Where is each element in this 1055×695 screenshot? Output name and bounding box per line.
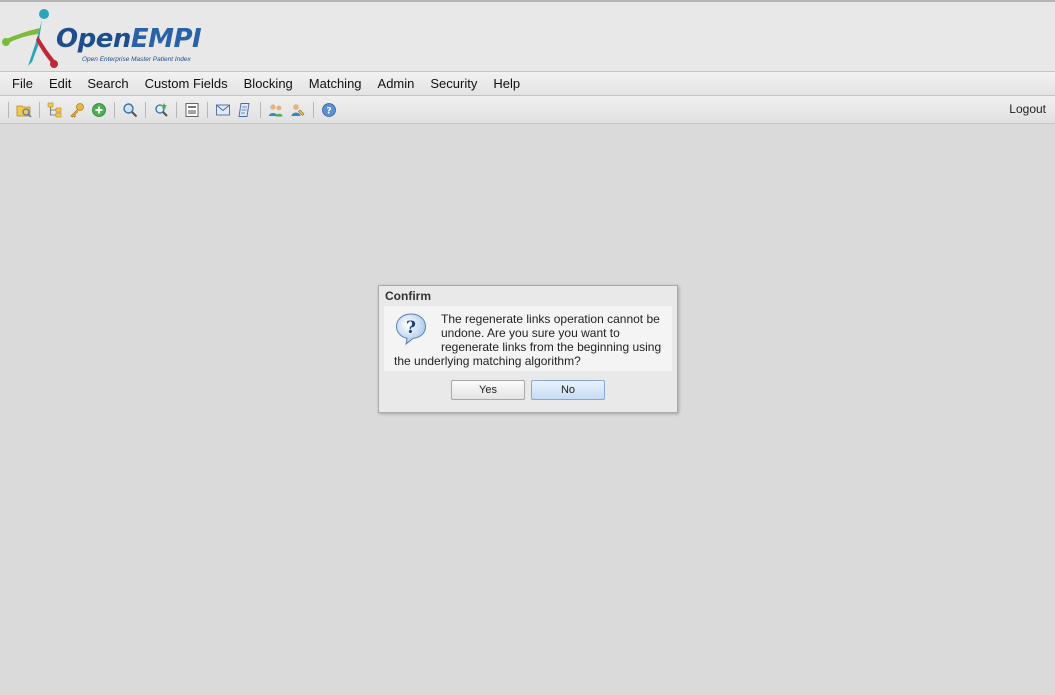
toolbar-separator [39,101,40,118]
menu-help[interactable]: Help [485,73,528,95]
open-folder-icon[interactable] [15,101,33,119]
toolbar-separator [145,101,146,118]
dialog-message: The regenerate links operation cannot be… [394,312,662,368]
toolbar-separator [207,101,208,118]
logo-figure-icon [2,9,58,68]
dialog-title: Confirm [385,289,431,303]
menu-bar: File Edit Search Custom Fields Blocking … [0,72,1055,96]
menu-custom-fields[interactable]: Custom Fields [137,73,236,95]
confirm-dialog: Confirm ? The regenerate links operation… [378,285,678,413]
toolbar-separator [176,101,177,118]
logo-wordmark: OpenEMPI [56,24,202,54]
menu-file[interactable]: File [4,73,41,95]
users-icon[interactable] [267,101,285,119]
logout-link[interactable]: Logout [1009,102,1046,116]
advanced-search-icon[interactable] [152,101,170,119]
help-icon[interactable]: ? [320,101,338,119]
header: OpenEMPI Open Enterprise Master Patient … [0,0,1055,72]
toolbar-separator [114,101,115,118]
svg-text:?: ? [326,106,331,116]
logo-subtitle: Open Enterprise Master Patient Index [82,56,191,63]
toolbar-separator [313,101,314,118]
menu-search[interactable]: Search [79,73,136,95]
menu-security[interactable]: Security [422,73,485,95]
search-icon[interactable] [121,101,139,119]
openempi-logo: OpenEMPI Open Enterprise Master Patient … [2,6,202,70]
menu-matching[interactable]: Matching [301,73,370,95]
user-edit-icon[interactable] [289,101,307,119]
key-icon[interactable] [68,101,86,119]
app-window: OpenEMPI Open Enterprise Master Patient … [0,0,1055,695]
dialog-body: ? The regenerate links operation cannot … [384,306,672,371]
menu-blocking[interactable]: Blocking [236,73,301,95]
toolbar-separator [8,101,9,118]
add-icon[interactable] [90,101,108,119]
hierarchy-icon[interactable] [46,101,64,119]
toolbar: ? Logout [0,96,1055,124]
mail-icon[interactable] [214,101,232,119]
toolbar-separator [260,101,261,118]
no-button[interactable]: No [531,380,605,400]
yes-button[interactable]: Yes [451,380,525,400]
report-icon[interactable] [183,101,201,119]
menu-edit[interactable]: Edit [41,73,79,95]
menu-admin[interactable]: Admin [370,73,423,95]
document-icon[interactable] [236,101,254,119]
